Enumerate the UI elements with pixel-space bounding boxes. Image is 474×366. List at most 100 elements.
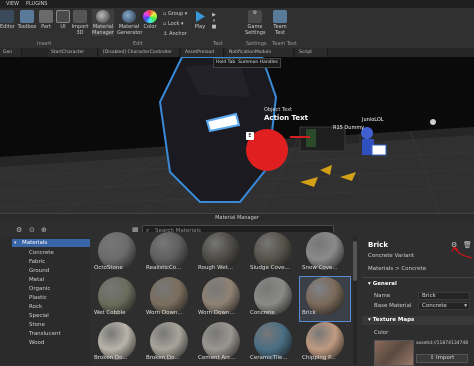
category-metal[interactable]: Metal (29, 276, 44, 284)
menu-plugins[interactable]: PLUGINS (26, 0, 47, 8)
group-label-insert: Insert (37, 41, 52, 47)
category-stone[interactable]: Stone (29, 321, 45, 329)
group-label-edit: Edit (133, 41, 143, 47)
menu-view[interactable]: VIEW (6, 0, 19, 8)
color-map-thumbnail[interactable] (374, 340, 414, 366)
material-tile[interactable]: RealisticCo... (144, 232, 194, 276)
scene-render (0, 57, 474, 213)
material-details-panel: Brick ⚙ 🗑 Concrete Variant Materials > C… (362, 237, 474, 366)
chevron-down-icon: ▾ (14, 240, 17, 246)
settings-icon[interactable]: ⚙ (16, 226, 22, 234)
r15-dummy-label: R15 Dummy (333, 125, 365, 131)
category-organic[interactable]: Organic (29, 285, 50, 293)
category-plastic[interactable]: Plastic (29, 294, 47, 302)
material-tile[interactable]: Wet Cobble (92, 277, 142, 321)
gear-icon: ⚙ (248, 10, 262, 23)
material-generator-button[interactable]: Material Generator (117, 10, 142, 36)
group-label-settings: Settings (246, 41, 267, 47)
group-button[interactable]: ▫ Group ▾ (163, 11, 187, 18)
player-name-label: JunioLOL (362, 117, 384, 123)
category-ground[interactable]: Ground (29, 267, 49, 275)
category-translucent[interactable]: Translucent (29, 330, 61, 338)
category-wood[interactable]: Wood (29, 339, 44, 347)
lock-button[interactable]: ▫ Lock ▾ (163, 21, 184, 28)
anchor-button[interactable]: ⚓ Anchor (163, 31, 187, 38)
group-label-team-test: Team Test (272, 41, 297, 47)
material-grid: OctoStone RealisticCo... Rough Wet... Sl… (90, 232, 352, 365)
pin-icon[interactable]: ⊙ (29, 226, 35, 234)
material-generator-icon (122, 10, 136, 23)
chevron-down-icon: ▾ (464, 303, 467, 309)
category-rock[interactable]: Rock (29, 303, 42, 311)
import-3d-icon (73, 10, 87, 23)
tab-startcharacter[interactable]: StartCharacter (48, 48, 98, 57)
tree-root-label: Materials (22, 240, 48, 246)
scrollbar-thumb[interactable] (353, 241, 357, 281)
play-button[interactable]: Play (193, 10, 207, 30)
part-icon (39, 10, 53, 23)
material-tile[interactable]: Snow Cove... (300, 232, 350, 276)
action-text: Action Text (264, 114, 308, 122)
play-options-icon[interactable]: ▶ ⏸ ■ (209, 12, 219, 30)
menu-bar: VIEW PLUGINS (0, 0, 474, 8)
material-manager-button[interactable]: Material Manager (92, 9, 114, 36)
base-material-label: Base Material (374, 303, 412, 309)
detail-title: Brick (368, 241, 388, 249)
tab-charactercontroller[interactable]: [Disabled] CharacterController (100, 48, 180, 57)
group-label-test: Test (213, 41, 223, 47)
toolbox-icon (20, 10, 34, 23)
tab-gen[interactable]: Gen (0, 48, 22, 57)
material-tile[interactable]: Cement Arc... (196, 322, 246, 366)
filter-icon[interactable]: ⊕ (41, 226, 47, 234)
grid-scrollbar[interactable] (353, 237, 357, 365)
import-3d-button[interactable]: Import 3D (71, 10, 89, 36)
toolbox-button[interactable]: Toolbox (17, 10, 37, 30)
category-concrete[interactable]: Concrete (29, 249, 54, 257)
color-button[interactable]: Color (143, 10, 157, 30)
material-tile[interactable]: Worn Down... (144, 277, 194, 321)
material-tile[interactable]: Broken Do... (92, 322, 142, 366)
color-map-asset-id: assetid://11874134748 (416, 341, 469, 346)
texture-maps-header[interactable]: ▾ Texture Maps (362, 316, 474, 325)
tab-script[interactable]: Script (296, 48, 328, 57)
detail-variant: Concrete Variant (368, 253, 415, 259)
material-tile[interactable]: Sludge Cove... (248, 232, 298, 276)
general-section-header[interactable]: ▾ General (368, 280, 397, 288)
object-text: Object Text (264, 107, 292, 113)
name-field[interactable]: Brick (418, 292, 470, 300)
material-tile[interactable]: Rough Wet... (196, 232, 246, 276)
ui-button[interactable]: UI (56, 10, 70, 30)
annotation-arrow-icon (451, 246, 473, 259)
play-icon (193, 10, 207, 23)
handles-hint: Hold Tab Summon Handles (213, 58, 281, 68)
material-tile[interactable]: CeramicTile... (248, 322, 298, 366)
detail-path: Materials > Concrete (368, 266, 427, 272)
base-material-select[interactable]: Concrete ▾ (418, 302, 470, 310)
name-label: Name (374, 293, 391, 299)
material-tile[interactable]: Worn Down... (196, 277, 246, 321)
divider (362, 277, 474, 278)
tab-assetpreload[interactable]: AssetPreload (182, 48, 224, 57)
ribbon: Editor Toolbox Part UI Import 3D Materia… (0, 8, 474, 49)
import-button[interactable]: ⇪ Import (416, 354, 468, 363)
color-icon (143, 10, 157, 23)
category-fabric[interactable]: Fabric (29, 258, 45, 266)
tab-notificationmodule[interactable]: NotificationModule (226, 48, 294, 57)
material-tile[interactable]: Broken Do... (144, 322, 194, 366)
material-tile[interactable]: Chipping P... (300, 322, 350, 366)
category-tree: ▾ Materials Concrete Fabric Ground Metal… (0, 237, 90, 365)
material-tile[interactable]: Concrete (248, 277, 298, 321)
team-test-icon (273, 10, 287, 23)
editor-button[interactable]: Editor (0, 10, 15, 30)
team-test-button[interactable]: Team Test (272, 10, 288, 36)
category-special[interactable]: Special (29, 312, 49, 320)
tree-root-selected[interactable]: ▾ Materials (12, 239, 90, 247)
material-tile[interactable]: OctoStone (92, 232, 142, 276)
key-hint: E (246, 132, 254, 140)
material-tile-selected[interactable]: Brick (299, 276, 351, 322)
part-button[interactable]: Part (38, 10, 54, 30)
3d-viewport[interactable]: Hold Tab Summon Handles Object Text Acti… (0, 57, 474, 213)
color-map-label: Color (374, 330, 389, 336)
ui-icon (56, 10, 70, 23)
game-settings-button[interactable]: ⚙ Game Settings (245, 10, 266, 36)
